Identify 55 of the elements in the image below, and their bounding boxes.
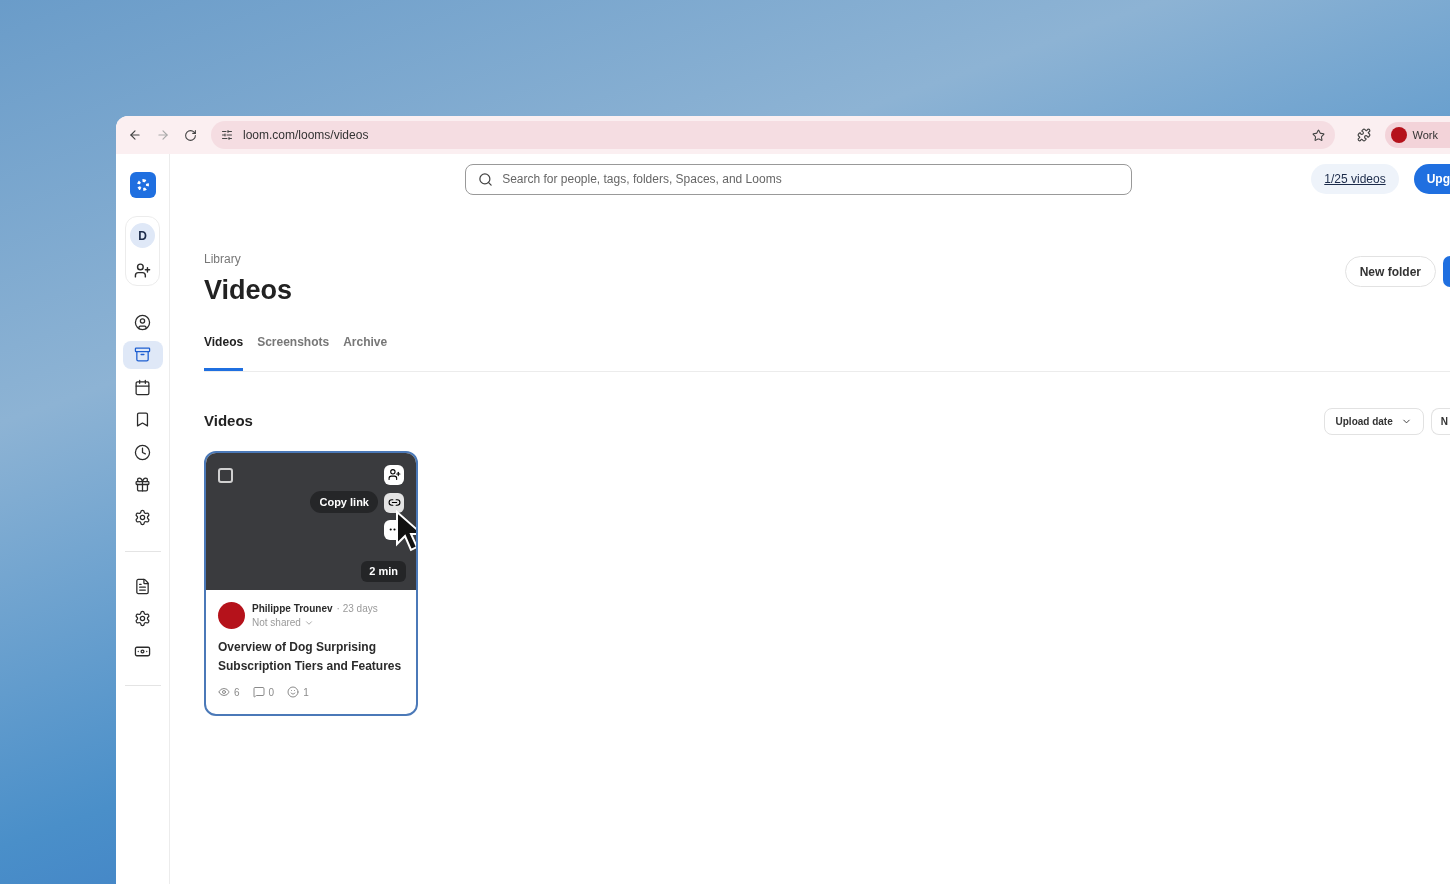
- back-icon[interactable]: [128, 128, 142, 142]
- settings-icon: [134, 610, 151, 627]
- search-input[interactable]: Search for people, tags, folders, Spaces, and Looms: [502, 170, 1120, 188]
- upgrade-button[interactable]: Upg: [1413, 164, 1450, 194]
- search-icon: [478, 171, 494, 187]
- eye-icon: [218, 686, 230, 698]
- app-logo[interactable]: [129, 172, 156, 198]
- view-count: 6: [234, 685, 240, 700]
- tab[interactable]: Archive: [343, 332, 388, 371]
- bookmark-icon: [134, 411, 151, 428]
- video-card[interactable]: Copy link 2 min Philippe Trounev · 23 days Not shared Overview of Dog Surprising Subscription Tiers and Features 6 0 1: [204, 450, 418, 716]
- profile-icon: [134, 313, 151, 331]
- add-person-icon: [387, 468, 401, 481]
- document-icon: [134, 577, 151, 595]
- profile-button[interactable]: Work: [1384, 122, 1450, 148]
- duration-badge: 2 min: [361, 561, 406, 582]
- address-bar[interactable]: loom.com/looms/videos: [211, 121, 1335, 149]
- site-settings-icon: [221, 129, 233, 141]
- comment-icon: [252, 686, 265, 698]
- settings-icon: [134, 508, 151, 526]
- calendar-icon: [134, 378, 151, 396]
- page-title: Videos: [204, 274, 293, 307]
- sort-dropdown[interactable]: Upload date: [1323, 407, 1424, 435]
- link-icon: [387, 496, 401, 509]
- workspace-avatar[interactable]: D: [130, 223, 155, 248]
- reload-icon[interactable]: [184, 128, 197, 142]
- clock-icon: [134, 443, 151, 461]
- smile-icon: [287, 686, 300, 698]
- library-icon: [134, 346, 151, 363]
- avatar: [218, 602, 245, 629]
- video-title[interactable]: Overview of Dog Surprising Subscription Tiers and Features: [218, 637, 404, 676]
- breadcrumb[interactable]: Library: [204, 250, 293, 268]
- checkbox[interactable]: [218, 467, 233, 483]
- invite-icon[interactable]: [134, 262, 151, 279]
- section-title: Videos: [204, 410, 253, 431]
- filter-button[interactable]: N: [1430, 407, 1450, 435]
- profile-avatar: [1390, 127, 1407, 143]
- star-icon: [1311, 128, 1325, 142]
- tab[interactable]: Videos: [204, 332, 244, 371]
- search-field[interactable]: Search for people, tags, folders, Spaces, and Looms: [465, 163, 1133, 195]
- tooltip: Copy link: [310, 490, 378, 513]
- usage-button[interactable]: 1/25 videos: [1311, 164, 1399, 194]
- mouse-cursor-icon: [395, 509, 416, 554]
- upload-age: · 23 days: [336, 601, 378, 616]
- reaction-count: 1: [303, 685, 309, 700]
- tab[interactable]: Screenshots: [257, 332, 330, 371]
- author-name: Philippe Trounev: [252, 601, 333, 616]
- logo-icon: [136, 179, 149, 191]
- gift-icon: [134, 476, 151, 493]
- new-video-button[interactable]: [1443, 256, 1450, 287]
- share-button[interactable]: [384, 464, 404, 485]
- url-text: loom.com/looms/videos: [243, 127, 370, 144]
- extensions-icon[interactable]: [1356, 128, 1371, 142]
- copy-link-button[interactable]: [384, 492, 404, 513]
- comment-count: 0: [268, 685, 275, 700]
